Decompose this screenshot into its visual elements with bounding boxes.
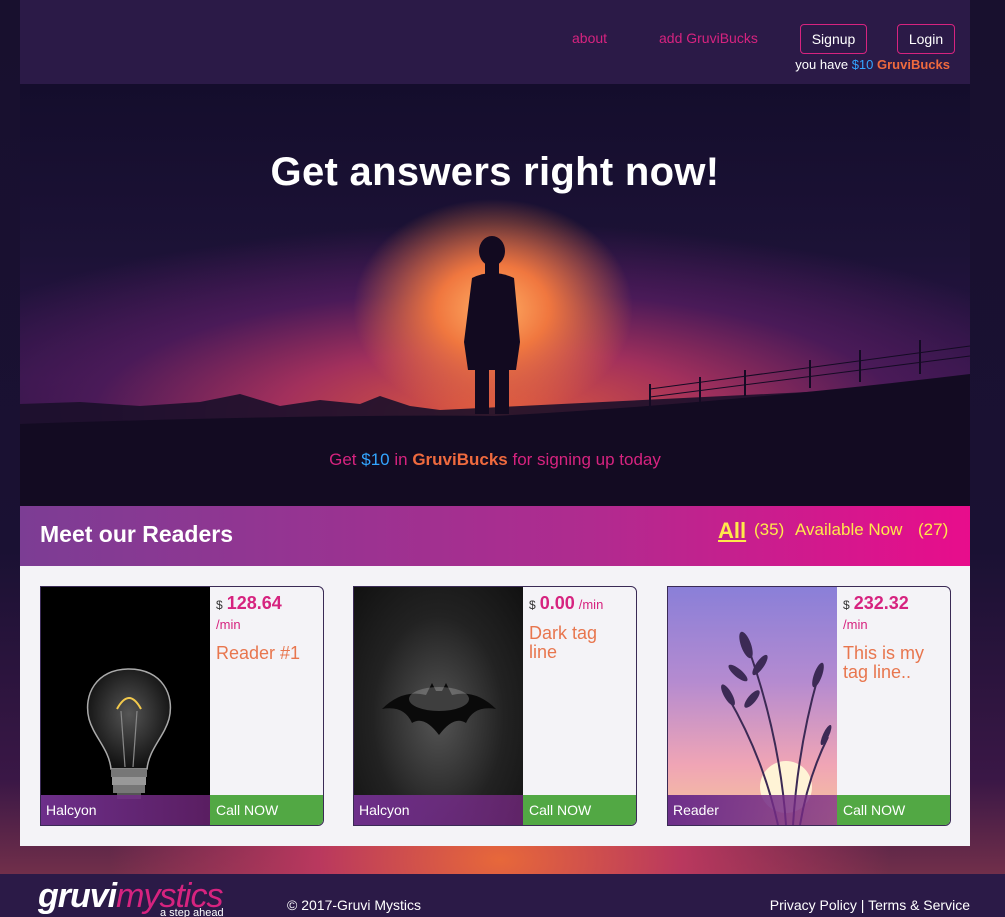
copyright-text: © 2017-Gruvi Mystics: [287, 897, 422, 913]
filter-all-tab[interactable]: All: [718, 518, 746, 544]
promo-in: in: [394, 450, 408, 469]
reader-name: Halcyon: [41, 795, 210, 825]
promo-amount: $10: [361, 450, 390, 469]
login-button[interactable]: Login: [897, 24, 955, 54]
logo-tagline: a step ahead: [160, 907, 224, 917]
rate-currency: $: [529, 598, 536, 612]
reader-card[interactable]: Reader $232.32 /min This is my tag line.…: [667, 586, 951, 826]
reader-name: Halcyon: [354, 795, 523, 825]
rate-value: 232.32: [853, 593, 909, 613]
legal-links: Privacy Policy | Terms & Service: [770, 897, 970, 913]
hero-banner: Get answers right now! Get $10 in GruviB…: [20, 84, 970, 506]
nav-about-link[interactable]: about: [572, 30, 607, 46]
reader-card[interactable]: Halcyon $128.64 /min Reader #1 Call NOW: [40, 586, 324, 826]
balance-text: you have $10 GruviBucks: [795, 57, 950, 72]
filter-available-now-tab[interactable]: Available Now: [795, 520, 902, 540]
call-now-button[interactable]: Call NOW: [837, 795, 950, 825]
privacy-policy-link[interactable]: Privacy Policy: [770, 897, 857, 913]
rate-value: 0.00: [539, 593, 575, 613]
reader-rate: $0.00/min: [529, 593, 603, 614]
rate-value: 128.64: [226, 593, 282, 613]
reader-photo: Halcyon: [41, 587, 210, 825]
reader-photo: Halcyon: [354, 587, 523, 825]
terms-of-service-link[interactable]: Terms & Service: [868, 897, 970, 913]
signup-promo-text: Get $10 in GruviBucks for signing up tod…: [20, 450, 970, 470]
readers-section-title: Meet our Readers: [40, 521, 234, 547]
reader-rate: $232.32: [843, 593, 909, 614]
rate-currency: $: [216, 598, 223, 612]
hero-title: Get answers right now!: [270, 150, 720, 194]
call-now-button[interactable]: Call NOW: [523, 795, 636, 825]
promo-suffix: for signing up today: [512, 450, 661, 469]
filter-all-count: (35): [754, 520, 785, 539]
call-now-button[interactable]: Call NOW: [210, 795, 323, 825]
bat-logo-icon: [382, 683, 496, 735]
reader-name: Reader: [668, 795, 837, 825]
promo-currency: GruviBucks: [412, 450, 508, 469]
reader-tagline: Dark tag line: [529, 623, 598, 662]
hero-silhouette-image: [20, 236, 970, 506]
reader-rate: $128.64: [216, 593, 282, 614]
rate-unit: /min: [578, 597, 604, 612]
footer: gruvimystics a step ahead © 2017-Gruvi M…: [0, 874, 1005, 917]
readers-header-band: Meet our Readers All (35) Available Now …: [20, 506, 970, 566]
wheat-sunset-icon: [721, 631, 832, 825]
top-navbar: about add GruviBucks Signup Login you ha…: [20, 0, 970, 84]
balance-amount: $10: [851, 57, 874, 72]
rate-unit: /min: [216, 617, 241, 632]
rate-unit: /min: [843, 617, 868, 632]
reader-card[interactable]: Halcyon $0.00/min Dark tag line Call NOW: [353, 586, 637, 826]
reader-photo: Reader: [668, 587, 837, 825]
lightbulb-icon: [86, 668, 172, 799]
logo-part1: gruvi: [38, 877, 117, 915]
promo-prefix: Get: [329, 450, 357, 469]
nav-add-gruvibucks-link[interactable]: add GruviBucks: [659, 30, 758, 46]
filter-available-count: (27): [918, 520, 949, 539]
reader-tagline: This is my tag line..: [843, 643, 924, 682]
rate-currency: $: [843, 598, 850, 612]
balance-currency: GruviBucks: [877, 57, 950, 72]
signup-button[interactable]: Signup: [800, 24, 867, 54]
legal-separator: |: [860, 897, 865, 913]
reader-cards-container: Halcyon $128.64 /min Reader #1 Call NOW …: [20, 566, 970, 846]
balance-prefix: you have: [795, 57, 849, 72]
reader-tagline: Reader #1: [216, 643, 301, 663]
